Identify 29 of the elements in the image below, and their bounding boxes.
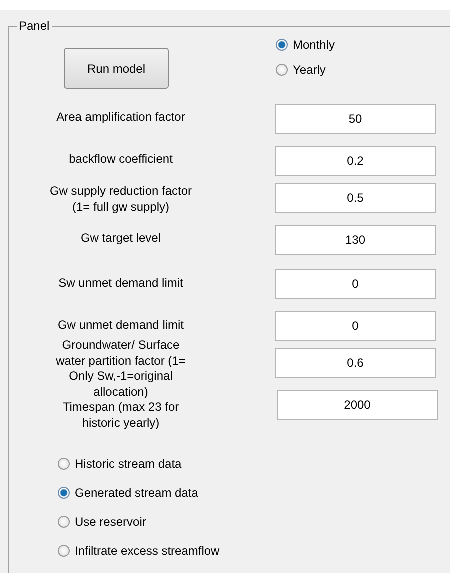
- radio-button[interactable]: [58, 545, 70, 557]
- field-label: Gw target level: [80, 231, 162, 246]
- field-label: Groundwater/ Surface water partition factor (1= Only Sw,-1=original allocation): [55, 338, 187, 400]
- radio-option[interactable]: Use reservoir: [58, 514, 450, 530]
- radio-button[interactable]: [58, 516, 70, 528]
- input-field[interactable]: 2000: [277, 390, 438, 420]
- field-label: Area amplification factor: [56, 110, 186, 126]
- radio-option[interactable]: Monthly: [276, 37, 336, 53]
- run-model-button[interactable]: Run model: [64, 48, 169, 89]
- input-field[interactable]: 0.2: [275, 146, 436, 176]
- field-label: Timespan (max 23 for historic yearly): [62, 400, 180, 431]
- input-field[interactable]: 0.6: [275, 348, 436, 378]
- field-label: Gw supply reduction factor (1= full gw supply): [48, 184, 194, 215]
- field-label: Sw unmet demand limit: [58, 276, 184, 292]
- input-field[interactable]: 0: [275, 311, 436, 341]
- radio-button[interactable]: [58, 458, 70, 470]
- input-field[interactable]: 130: [275, 225, 436, 255]
- input-field[interactable]: 50: [275, 104, 436, 134]
- radio-button[interactable]: [276, 64, 288, 76]
- radio-option[interactable]: Historic stream data: [58, 456, 450, 472]
- input-field[interactable]: 0.5: [275, 183, 436, 213]
- input-field[interactable]: 0: [275, 269, 436, 299]
- radio-option[interactable]: Infiltrate excess streamflow: [58, 543, 450, 559]
- radio-option[interactable]: Generated stream data: [58, 485, 450, 501]
- field-label: backflow coefficient: [68, 152, 174, 168]
- radio-option[interactable]: Yearly: [276, 62, 336, 78]
- radio-button[interactable]: [58, 487, 70, 499]
- field-label: Gw unmet demand limit: [56, 318, 186, 334]
- radio-button[interactable]: [276, 39, 288, 51]
